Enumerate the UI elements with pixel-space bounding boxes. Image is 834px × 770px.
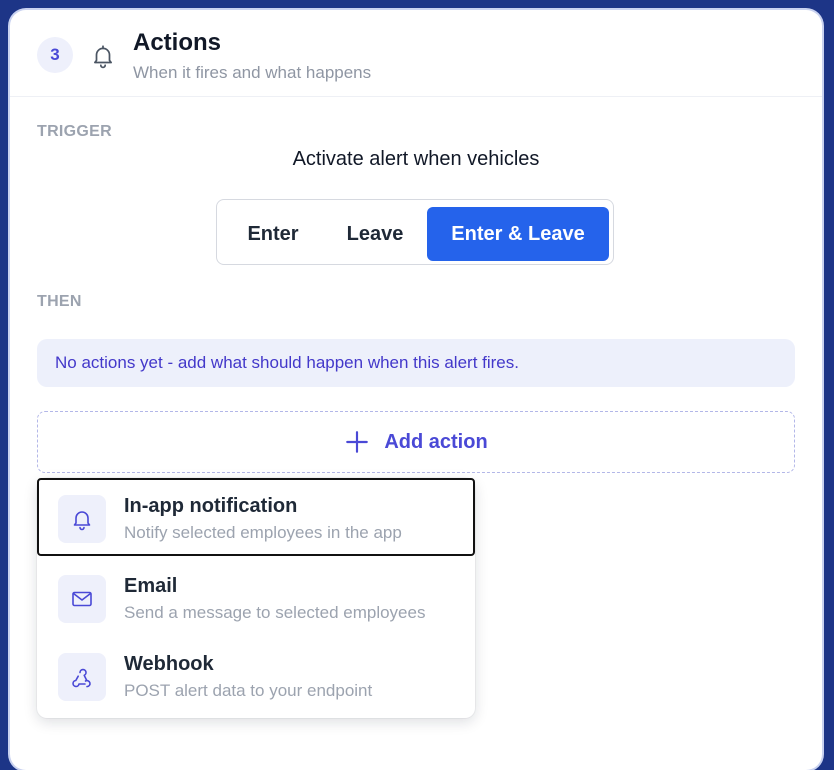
page-subtitle: When it fires and what happens — [133, 63, 372, 82]
then-label: THEN — [37, 293, 82, 310]
menu-item-in-app-notification[interactable]: In-app notification Notify selected empl… — [37, 478, 475, 556]
trigger-option-enter-and-leave[interactable]: Enter & Leave — [427, 207, 609, 261]
card-header: 3 Actions When it fires and what happens — [10, 10, 822, 97]
webhook-icon — [58, 653, 106, 701]
trigger-segmented-control: Enter Leave Enter & Leave — [216, 199, 614, 265]
menu-item-description: POST alert data to your endpoint — [124, 681, 373, 700]
action-type-menu: In-app notification Notify selected empl… — [37, 478, 475, 718]
trigger-option-enter[interactable]: Enter — [223, 207, 323, 261]
empty-actions-banner: No actions yet - add what should happen … — [37, 339, 795, 387]
trigger-description: Activate alert when vehicles — [292, 148, 540, 170]
add-action-label: Add action — [384, 430, 488, 453]
empty-actions-message: No actions yet - add what should happen … — [55, 353, 519, 372]
bell-icon — [58, 495, 106, 543]
plus-icon — [344, 429, 370, 455]
menu-item-webhook[interactable]: Webhook POST alert data to your endpoint — [37, 636, 475, 714]
menu-item-email[interactable]: Email Send a message to selected employe… — [37, 558, 475, 636]
menu-item-description: Notify selected employees in the app — [124, 523, 402, 542]
menu-item-title: Email — [124, 575, 178, 597]
menu-item-title: In-app notification — [124, 495, 298, 517]
menu-item-description: Send a message to selected employees — [124, 603, 426, 622]
page-title: Actions — [133, 29, 222, 56]
bell-icon — [90, 43, 116, 69]
add-action-button[interactable]: Add action — [37, 411, 795, 473]
menu-item-title: Webhook — [124, 653, 214, 675]
mail-icon — [58, 575, 106, 623]
actions-card: 3 Actions When it fires and what happens… — [10, 10, 822, 770]
trigger-option-leave[interactable]: Leave — [325, 207, 425, 261]
trigger-label: TRIGGER — [37, 123, 112, 140]
step-badge: 3 — [37, 37, 73, 73]
